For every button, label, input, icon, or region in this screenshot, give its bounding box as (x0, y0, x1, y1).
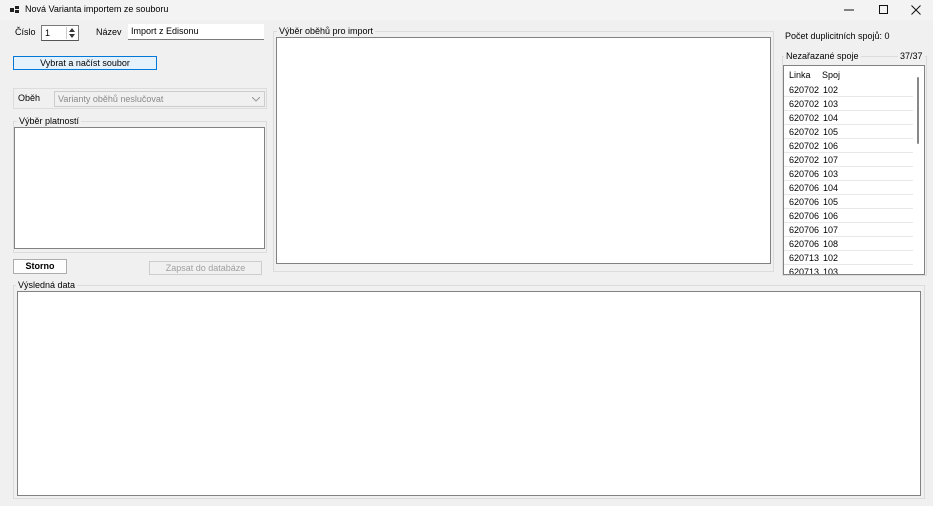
obehy-title: Výběr oběhů pro import (277, 26, 376, 36)
stepper-down-icon[interactable] (69, 34, 75, 38)
cell-spoj: 105 (823, 127, 839, 137)
result-title: Výsledná data (16, 280, 78, 290)
grid-rows: 620702 102 620702 103 620702 104 620702 105 6207… (784, 83, 914, 275)
cell-linka: 620702 (789, 155, 820, 165)
cislo-field[interactable]: 1 (41, 25, 79, 41)
cell-linka: 620706 (789, 169, 820, 179)
title-bar: Nová Varianta importem ze souboru (0, 0, 933, 20)
unassigned-count: 37/37 (898, 51, 925, 61)
cell-spoj: 104 (823, 183, 839, 193)
table-row[interactable]: 620706 104 (784, 181, 914, 195)
table-row[interactable]: 620702 106 (784, 139, 914, 153)
nazev-label: Název (96, 27, 122, 37)
platnosti-title: Výběr platností (17, 116, 82, 126)
cell-linka: 620706 (789, 183, 820, 193)
cell-linka: 620702 (789, 99, 820, 109)
cell-spoj: 103 (823, 169, 839, 179)
column-header-spoj[interactable]: Spoj (822, 70, 840, 80)
table-row[interactable]: 620706 106 (784, 209, 914, 223)
platnosti-list[interactable] (14, 127, 265, 249)
cell-linka: 620702 (789, 85, 820, 95)
table-row[interactable]: 620706 105 (784, 195, 914, 209)
cell-linka: 620706 (789, 239, 820, 249)
cell-linka: 620706 (789, 197, 820, 207)
table-row[interactable]: 620706 103 (784, 167, 914, 181)
storno-button[interactable]: Storno (13, 259, 67, 274)
cell-spoj: 107 (823, 155, 839, 165)
cell-spoj: 106 (823, 141, 839, 151)
table-row[interactable]: 620706 107 (784, 223, 914, 237)
table-row[interactable]: 620702 102 (784, 83, 914, 97)
table-row[interactable]: 620702 103 (784, 97, 914, 111)
maximize-icon (879, 5, 888, 14)
minimize-icon (844, 9, 854, 11)
table-row[interactable]: 620706 108 (784, 237, 914, 251)
obeh-select[interactable]: Varianty oběhů neslučovat (54, 91, 265, 107)
table-row[interactable]: 620702 104 (784, 111, 914, 125)
cell-spoj: 104 (823, 113, 839, 123)
cell-linka: 620702 (789, 127, 820, 137)
cell-spoj: 102 (823, 85, 839, 95)
obeh-value: Varianty oběhů neslučovat (58, 94, 164, 104)
cislo-stepper[interactable] (66, 27, 77, 39)
cell-spoj: 105 (823, 197, 839, 207)
cell-linka: 620706 (789, 225, 820, 235)
cell-linka: 620702 (789, 113, 820, 123)
minimize-button[interactable] (832, 0, 866, 20)
cell-spoj: 103 (823, 99, 839, 109)
cislo-label: Číslo (15, 27, 36, 37)
app-icon (10, 6, 19, 13)
cell-linka: 620713 (789, 253, 820, 263)
cell-spoj: 103 (823, 267, 839, 275)
table-row[interactable]: 620713 103 (784, 265, 914, 275)
chevron-down-icon[interactable] (252, 97, 260, 102)
close-icon (911, 5, 921, 15)
result-area[interactable] (17, 291, 921, 496)
stepper-up-icon[interactable] (69, 28, 75, 32)
duplicates-count: Počet duplicitních spojů: 0 (785, 31, 890, 41)
grid-scrollbar[interactable] (913, 66, 924, 274)
cell-spoj: 106 (823, 211, 839, 221)
nazev-value: Import z Edisonu (131, 26, 199, 36)
cell-spoj: 102 (823, 253, 839, 263)
load-file-button[interactable]: Vybrat a načíst soubor (13, 56, 157, 70)
window-title: Nová Varianta importem ze souboru (25, 4, 169, 14)
table-row[interactable]: 620713 102 (784, 251, 914, 265)
cell-linka: 620702 (789, 141, 820, 151)
cell-linka: 620706 (789, 211, 820, 221)
table-row[interactable]: 620702 105 (784, 125, 914, 139)
cell-spoj: 107 (823, 225, 839, 235)
scrollbar-thumb[interactable] (917, 77, 919, 144)
column-header-linka[interactable]: Linka (789, 70, 811, 80)
nazev-field[interactable]: Import z Edisonu (128, 24, 264, 40)
maximize-button[interactable] (867, 0, 901, 20)
close-button[interactable] (899, 0, 933, 20)
cell-linka: 620713 (789, 267, 820, 275)
cislo-value: 1 (45, 28, 51, 38)
obehy-list[interactable] (276, 37, 771, 264)
cell-spoj: 108 (823, 239, 839, 249)
unassigned-title: Nezařazané spoje (784, 51, 861, 61)
save-to-db-button[interactable]: Zapsat do databáze (149, 261, 262, 275)
table-row[interactable]: 620702 107 (784, 153, 914, 167)
grid-header: Linka Spoj (784, 66, 914, 83)
unassigned-grid[interactable]: Linka Spoj 620702 102 620702 103 620702 104 62… (783, 65, 925, 275)
obeh-label: Oběh (18, 93, 41, 103)
